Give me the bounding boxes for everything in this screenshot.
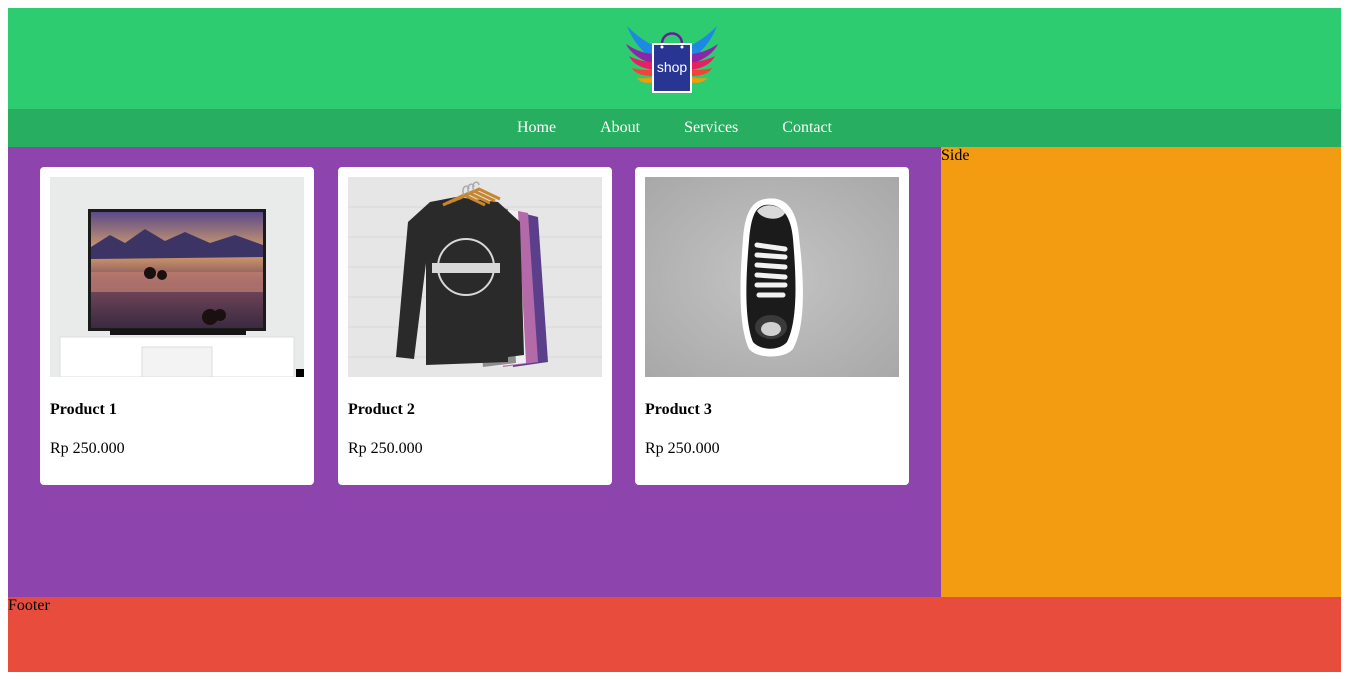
nav-services-link[interactable]: Services: [684, 119, 738, 137]
sweatshirts-image[interactable]: [348, 177, 602, 377]
product-price: Rp 250.000: [348, 440, 423, 457]
nav-about-link[interactable]: About: [600, 119, 640, 137]
nav-bar: Home About Services Contact: [8, 109, 1341, 147]
product-card[interactable]: Product 3 Rp 250.000: [635, 167, 909, 485]
sneaker-image[interactable]: [645, 177, 899, 377]
footer: Footer: [8, 597, 1341, 672]
header: shop: [8, 8, 1341, 109]
product-price: Rp 250.000: [50, 440, 125, 457]
tv-image[interactable]: [50, 177, 304, 377]
shop-logo[interactable]: shop: [625, 24, 719, 96]
main-content: Product 1 Rp 250.000 Product 2 Rp 250.00…: [8, 147, 941, 597]
sidebar: Side: [941, 147, 1341, 597]
product-card[interactable]: Product 1 Rp 250.000: [40, 167, 314, 485]
product-name: Product 1: [50, 401, 117, 418]
footer-label: Footer: [8, 597, 50, 614]
logo-text: shop: [657, 59, 688, 75]
product-name: Product 3: [645, 401, 712, 418]
product-price: Rp 250.000: [645, 440, 720, 457]
sidebar-label: Side: [941, 147, 970, 164]
nav-home-link[interactable]: Home: [517, 119, 556, 137]
product-name: Product 2: [348, 401, 415, 418]
product-card[interactable]: Product 2 Rp 250.000: [338, 167, 612, 485]
content-area: Product 1 Rp 250.000 Product 2 Rp 250.00…: [8, 147, 1341, 597]
page: shop Home About Services Contact Product…: [8, 8, 1341, 672]
nav-contact-link[interactable]: Contact: [782, 119, 832, 137]
